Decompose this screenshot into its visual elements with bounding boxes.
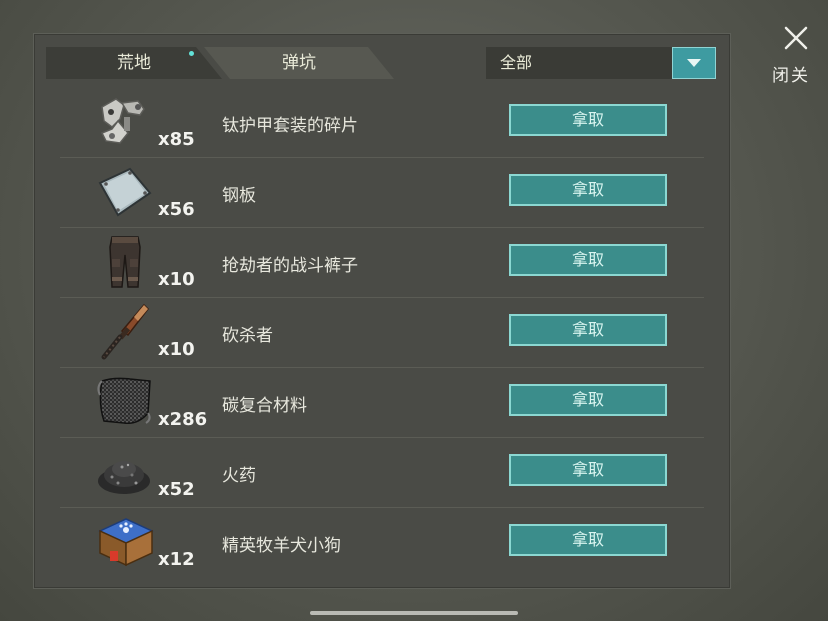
- tab-wasteland[interactable]: 荒地: [46, 47, 222, 79]
- item-quantity: x56: [158, 199, 195, 220]
- chevron-down-icon: [687, 59, 701, 67]
- item-name: 抢劫者的战斗裤子: [222, 256, 358, 276]
- dropdown-toggle-button[interactable]: [672, 47, 716, 79]
- close-icon: [784, 26, 808, 50]
- item-name: 火药: [222, 466, 256, 486]
- item-quantity: x286: [158, 409, 208, 430]
- take-button[interactable]: 拿取: [509, 174, 667, 206]
- item-quantity: x10: [158, 339, 195, 360]
- loot-panel: 荒地 弹坑 全部 x85 钛护甲套装的碎片 拿取 x56 钢板 拿取 x10 抢…: [33, 33, 731, 589]
- tab-notification-dot: [189, 51, 194, 56]
- tab-crater[interactable]: 弹坑: [204, 47, 394, 79]
- item-quantity: x10: [158, 269, 195, 290]
- item-name: 精英牧羊犬小狗: [222, 536, 341, 556]
- item-name: 砍杀者: [222, 326, 273, 346]
- item-name: 碳复合材料: [222, 396, 307, 416]
- list-item: x52 火药 拿取: [60, 438, 704, 508]
- list-item: x10 砍杀者 拿取: [60, 298, 704, 368]
- gunpowder-icon: [98, 461, 150, 494]
- item-quantity: x52: [158, 479, 195, 500]
- item-quantity: x12: [158, 549, 195, 570]
- item-name: 钛护甲套装的碎片: [222, 116, 358, 136]
- combat-pants-icon: [109, 236, 141, 288]
- list-item: x56 钢板 拿取: [60, 158, 704, 228]
- take-button[interactable]: 拿取: [509, 384, 667, 416]
- close-label: 关闭: [768, 66, 807, 83]
- home-indicator[interactable]: [310, 611, 518, 615]
- elite-shepherd-puppy-icon: [98, 518, 154, 567]
- list-item: x12 精英牧羊犬小狗 拿取: [60, 508, 704, 577]
- item-name: 钢板: [222, 186, 256, 206]
- item-quantity: x85: [158, 129, 195, 150]
- take-button[interactable]: 拿取: [509, 314, 667, 346]
- steel-plate-icon: [98, 167, 152, 217]
- filter-dropdown[interactable]: 全部: [486, 47, 716, 79]
- item-list[interactable]: x85 钛护甲套装的碎片 拿取 x56 钢板 拿取 x10 抢劫者的战斗裤子 拿…: [60, 88, 704, 574]
- tab-wasteland-label: 荒地: [117, 53, 151, 73]
- tab-crater-label: 弹坑: [282, 53, 316, 73]
- titanium-armor-fragment-icon: [100, 98, 145, 144]
- machete-icon: [101, 303, 149, 360]
- list-item: x85 钛护甲套装的碎片 拿取: [60, 88, 704, 158]
- take-button[interactable]: 拿取: [509, 104, 667, 136]
- take-button[interactable]: 拿取: [509, 454, 667, 486]
- take-button[interactable]: 拿取: [509, 244, 667, 276]
- list-item: x10 抢劫者的战斗裤子 拿取: [60, 228, 704, 298]
- list-item: x286 碳复合材料 拿取: [60, 368, 704, 438]
- carbon-fiber-icon: [97, 377, 151, 425]
- take-button[interactable]: 拿取: [509, 524, 667, 556]
- filter-value: 全部: [500, 53, 533, 72]
